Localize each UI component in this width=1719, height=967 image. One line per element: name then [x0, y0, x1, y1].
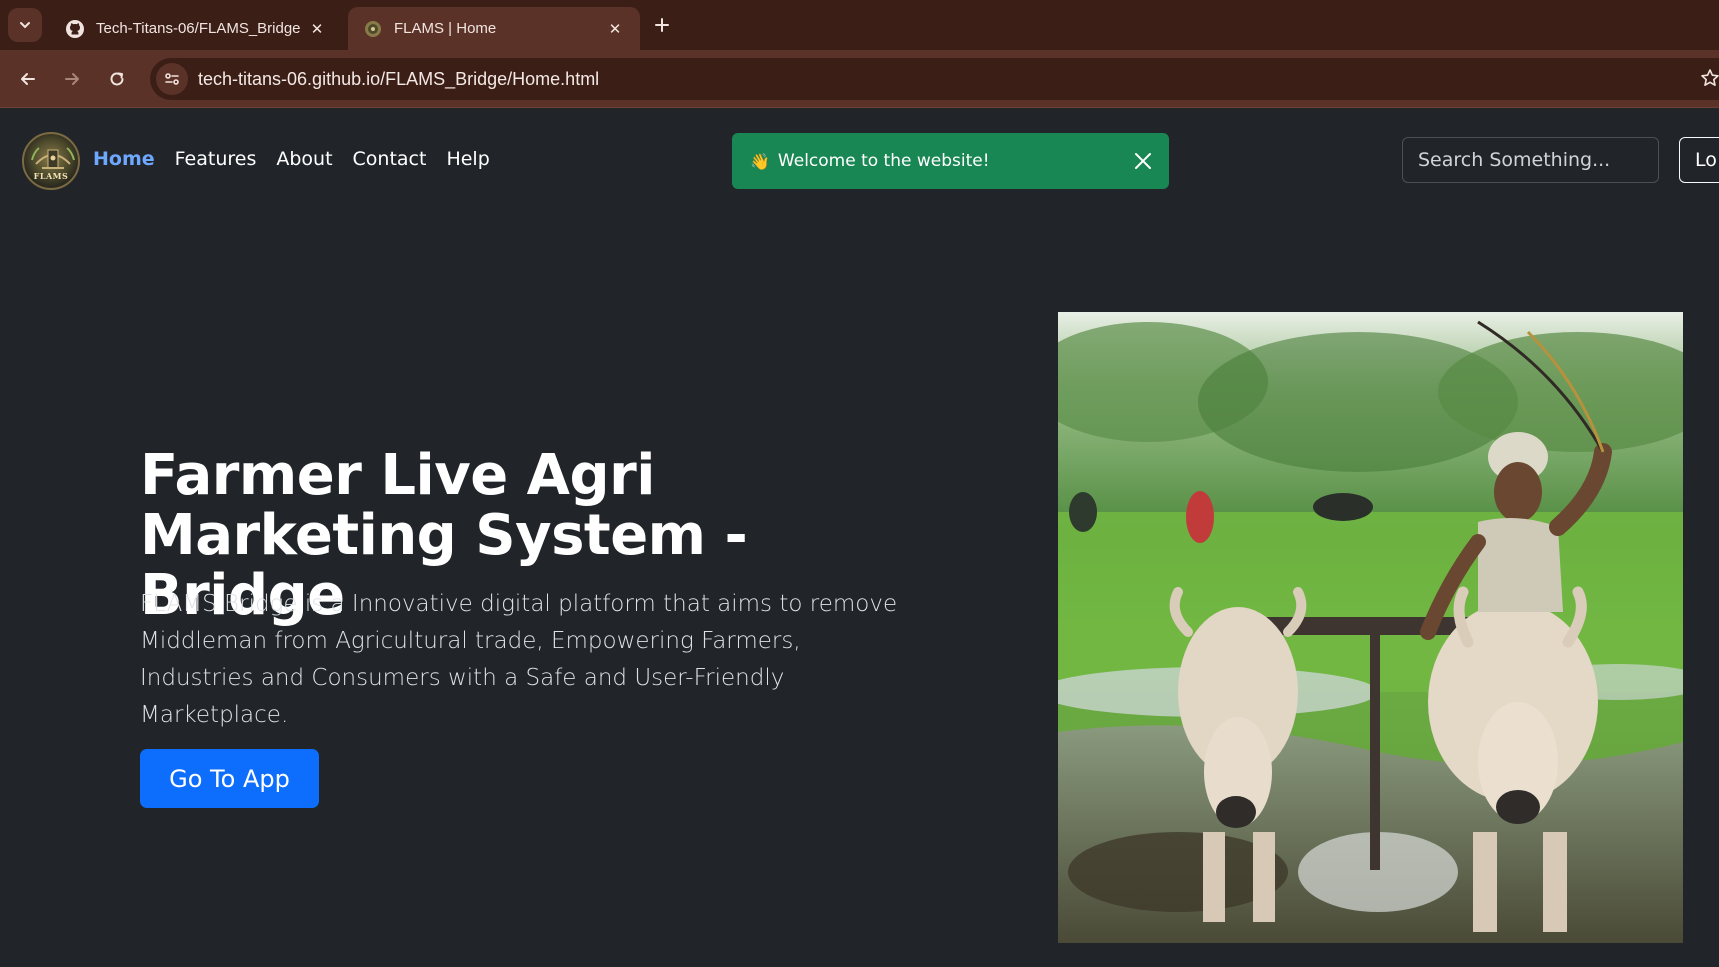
flams-favicon-icon: [362, 18, 384, 40]
browser-tab-github[interactable]: Tech-Titans-06/FLAMS_Bridge ✕: [50, 7, 342, 50]
toast-close-button[interactable]: [1129, 147, 1157, 175]
nav-link-features[interactable]: Features: [175, 148, 257, 170]
arrow-left-icon: [21, 73, 35, 85]
waving-hand-icon: 👋: [750, 151, 770, 171]
address-bar[interactable]: tech-titans-06.github.io/FLAMS_Bridge/Ho…: [150, 58, 1719, 100]
logo-text: FLAMS: [33, 171, 69, 181]
nav-link-contact[interactable]: Contact: [353, 148, 427, 170]
reload-button[interactable]: [99, 61, 135, 97]
url-text[interactable]: tech-titans-06.github.io/FLAMS_Bridge/Ho…: [198, 69, 599, 90]
nav-link-about[interactable]: About: [276, 148, 332, 170]
site-info-icon[interactable]: [156, 63, 188, 95]
login-button[interactable]: Lo: [1679, 137, 1719, 183]
browser-tab-strip: Tech-Titans-06/FLAMS_Bridge ✕ FLAMS | Ho…: [0, 0, 1719, 50]
close-icon[interactable]: ✕: [306, 18, 328, 40]
tab-title: Tech-Titans-06/FLAMS_Bridge: [96, 20, 301, 37]
reload-icon: [110, 72, 124, 86]
nav-link-help[interactable]: Help: [446, 148, 489, 170]
logo-emblem-icon: [31, 147, 75, 169]
plus-icon: [655, 18, 669, 32]
site-navbar: FLAMS Home Features About Contact Help 👋…: [0, 108, 1719, 216]
toast-message: Welcome to the website!: [777, 151, 990, 171]
search-input[interactable]: [1402, 137, 1659, 183]
github-icon: [64, 18, 86, 40]
tab-title: FLAMS | Home: [394, 20, 497, 37]
go-to-app-button[interactable]: Go To App: [140, 749, 319, 808]
welcome-toast: 👋 Welcome to the website!: [732, 133, 1169, 189]
chevron-down-icon: [20, 22, 30, 29]
forward-button[interactable]: [54, 61, 90, 97]
close-icon[interactable]: ✕: [604, 18, 626, 40]
browser-tab-flams-home[interactable]: FLAMS | Home ✕: [348, 7, 640, 50]
nav-links: Home Features About Contact Help: [93, 148, 490, 170]
flams-logo[interactable]: FLAMS: [22, 132, 80, 190]
nav-link-home[interactable]: Home: [93, 148, 155, 170]
new-tab-button[interactable]: [648, 11, 676, 39]
arrow-right-icon: [65, 73, 79, 85]
bookmark-star-icon[interactable]: [1700, 68, 1719, 92]
farmer-oxen-illustration: [1058, 312, 1683, 943]
back-button[interactable]: [10, 61, 46, 97]
close-icon: [1135, 153, 1151, 169]
browser-toolbar: tech-titans-06.github.io/FLAMS_Bridge/Ho…: [0, 50, 1719, 108]
tab-search-button[interactable]: [8, 8, 42, 42]
hero-image: [1058, 312, 1683, 943]
hero-description: FLAMS Bridge is a Innovative digital pla…: [140, 591, 898, 728]
